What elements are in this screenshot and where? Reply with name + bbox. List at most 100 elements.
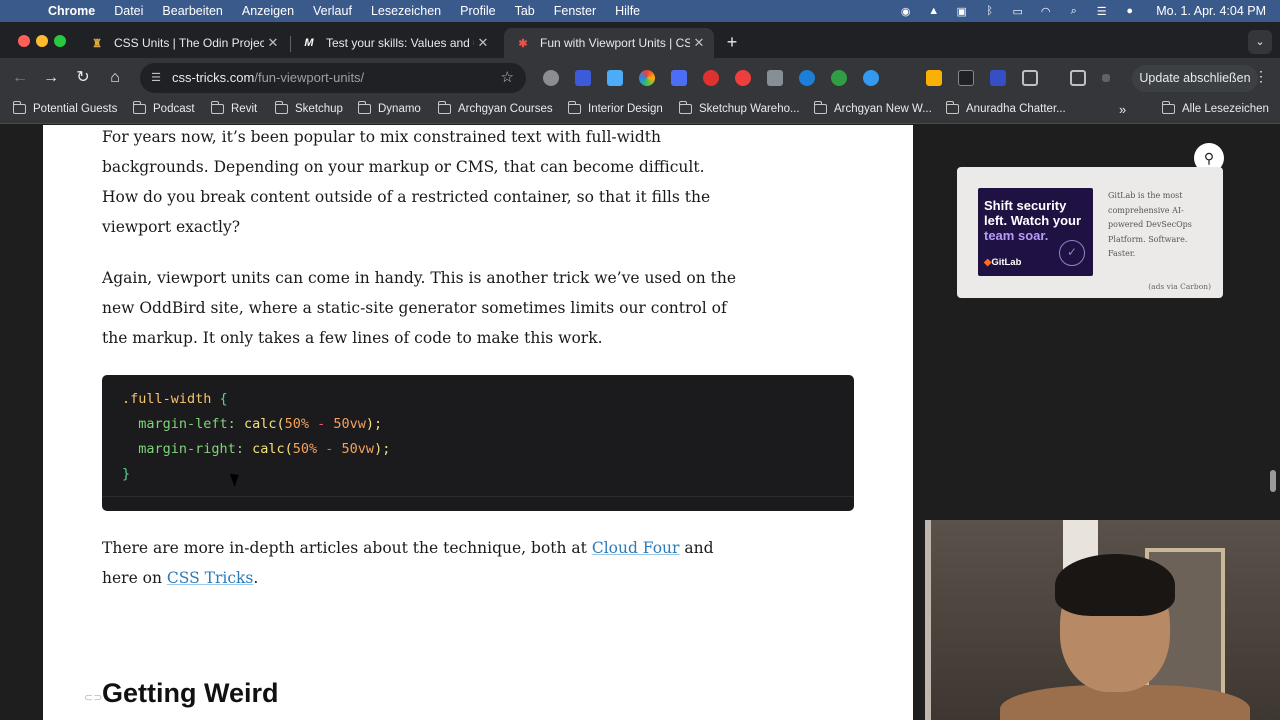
- tab-mdn-skills[interactable]: M Test your skills: Values and ur ✕: [290, 28, 498, 58]
- bookmark-folder[interactable]: Dynamo: [358, 101, 421, 115]
- battery-icon[interactable]: ▭: [1010, 5, 1025, 18]
- wifi-icon[interactable]: ◠: [1038, 5, 1053, 18]
- folder-icon: [438, 101, 451, 114]
- article-paragraph: There are more in-depth articles about t…: [102, 533, 742, 593]
- ads-via-carbon-link[interactable]: (ads via Carbon): [1148, 282, 1211, 291]
- forward-icon[interactable]: →: [39, 66, 63, 90]
- article-column: For years now, it’s been popular to mix …: [43, 125, 913, 720]
- folder-icon: [275, 101, 288, 114]
- extension-grammarly-icon[interactable]: [831, 70, 847, 86]
- tab-search-button[interactable]: ⌄: [1248, 30, 1272, 54]
- bookmark-folder[interactable]: Archgyan New W...: [814, 101, 932, 115]
- chrome-menu-icon[interactable]: ⋮: [1254, 68, 1268, 85]
- extension-diamond-icon[interactable]: [990, 70, 1006, 86]
- menu-anzeigen[interactable]: Anzeigen: [242, 4, 294, 18]
- extension-color-icon[interactable]: [639, 70, 655, 86]
- code-property: margin-left: [138, 416, 228, 432]
- bookmark-folder[interactable]: Anuradha Chatter...: [946, 101, 1066, 115]
- all-bookmarks-folder[interactable]: Alle Lesezeichen: [1162, 101, 1269, 115]
- close-tab-icon[interactable]: ✕: [474, 35, 492, 51]
- code-block[interactable]: .full-width { margin-left: calc(50% - 50…: [102, 375, 854, 511]
- page-scrollbar-thumb[interactable]: [1270, 470, 1276, 492]
- folder-icon: [814, 101, 827, 114]
- extension-screenshot-icon[interactable]: [767, 70, 783, 86]
- extension-camera-icon[interactable]: [543, 70, 559, 86]
- window-zoom-button[interactable]: [54, 35, 66, 47]
- paragraph-text: .: [253, 569, 259, 587]
- side-panel-icon[interactable]: [1070, 70, 1086, 86]
- update-button[interactable]: Update abschließen: [1132, 65, 1258, 92]
- extension-ublock-icon[interactable]: [575, 70, 591, 86]
- bluetooth-icon[interactable]: ᛒ: [982, 5, 997, 17]
- article-paragraph: Again, viewport units can come in handy.…: [102, 269, 737, 347]
- bookmark-folder[interactable]: Sketchup: [275, 101, 343, 115]
- css-tricks-link[interactable]: CSS Tricks: [167, 569, 253, 587]
- new-tab-button[interactable]: +: [720, 30, 744, 54]
- siri-icon[interactable]: ●: [1122, 5, 1137, 17]
- extension-small-icon[interactable]: [1102, 74, 1110, 82]
- code-property: margin-right: [138, 441, 236, 457]
- ad-headline: Shift security left. Watch your team soa…: [984, 198, 1087, 243]
- bookmark-star-icon[interactable]: ☆: [501, 68, 514, 86]
- menubar-clock[interactable]: Mo. 1. Apr. 4:04 PM: [1156, 4, 1266, 18]
- carbon-ad[interactable]: Shift security left. Watch your team soa…: [957, 167, 1223, 298]
- window-minimize-button[interactable]: [36, 35, 48, 47]
- address-url[interactable]: css-tricks.com/fun-viewport-units/: [172, 70, 364, 85]
- bookmark-folder[interactable]: Archgyan Courses: [438, 101, 553, 115]
- app-status-icon[interactable]: ▲: [926, 5, 941, 17]
- code-line: .full-width {: [122, 387, 834, 412]
- window-close-button[interactable]: [18, 35, 30, 47]
- extension-translate-icon[interactable]: [671, 70, 687, 86]
- menu-hilfe[interactable]: Hilfe: [615, 4, 640, 18]
- site-info-icon[interactable]: ☰: [148, 70, 164, 86]
- spotlight-search-icon[interactable]: ⌕: [1066, 5, 1081, 17]
- bookmark-folder[interactable]: Interior Design: [568, 101, 663, 115]
- ad-headline-accent: team soar.: [984, 228, 1049, 243]
- extension-record-icon[interactable]: [735, 70, 751, 86]
- control-center-icon[interactable]: ☰: [1094, 5, 1109, 18]
- section-heading: Getting Weird: [102, 678, 279, 708]
- bookmark-folder[interactable]: Revit: [211, 101, 257, 115]
- bookmark-folder[interactable]: Potential Guests: [13, 101, 117, 115]
- code-scrollbar[interactable]: [102, 496, 854, 497]
- menu-app-name[interactable]: Chrome: [48, 4, 95, 18]
- menubar-status-area: ◉ ▲ ▣ ᛒ ▭ ◠ ⌕ ☰ ● Mo. 1. Apr. 4:04 PM: [898, 0, 1266, 22]
- heading-anchor-link-icon[interactable]: ⊂⊃: [84, 691, 102, 704]
- extension-loom-icon[interactable]: [799, 70, 815, 86]
- extension-pin-icon[interactable]: [607, 70, 623, 86]
- extension-shield-icon[interactable]: [703, 70, 719, 86]
- extension-fonts-icon[interactable]: [958, 70, 974, 86]
- cloud-four-link[interactable]: Cloud Four: [592, 539, 680, 557]
- more-bookmarks-icon[interactable]: »: [1119, 102, 1126, 117]
- menu-fenster[interactable]: Fenster: [554, 4, 596, 18]
- menu-lesezeichen[interactable]: Lesezeichen: [371, 4, 441, 18]
- extension-notes-icon[interactable]: [926, 70, 942, 86]
- bookmark-label: Alle Lesezeichen: [1182, 103, 1269, 115]
- bookmark-label: Archgyan New W...: [834, 103, 932, 115]
- home-icon[interactable]: ⌂: [103, 66, 127, 90]
- close-tab-icon[interactable]: ✕: [690, 35, 708, 51]
- bookmark-label: Sketchup: [295, 103, 343, 115]
- close-tab-icon[interactable]: ✕: [264, 35, 282, 51]
- back-icon[interactable]: ←: [8, 66, 32, 90]
- ad-description[interactable]: GitLab is the most comprehensive AI-powe…: [1108, 189, 1203, 262]
- extensions-puzzle-icon[interactable]: [1022, 70, 1038, 86]
- menu-profile[interactable]: Profile: [460, 4, 495, 18]
- code-line: margin-right: calc(50% - 50vw);: [138, 441, 391, 457]
- bookmark-folder[interactable]: Podcast: [133, 101, 195, 115]
- screen-share-icon[interactable]: ◉: [898, 5, 913, 18]
- bookmark-folder[interactable]: Sketchup Wareho...: [679, 101, 800, 115]
- ad-image[interactable]: Shift security left. Watch your team soa…: [978, 188, 1093, 276]
- extension-globe-icon[interactable]: [863, 70, 879, 86]
- tab-odin-project[interactable]: ♜ CSS Units | The Odin Project ✕: [78, 28, 288, 58]
- reload-icon[interactable]: ↻: [71, 66, 95, 90]
- menu-datei[interactable]: Datei: [114, 4, 143, 18]
- menu-verlauf[interactable]: Verlauf: [313, 4, 352, 18]
- css-tricks-icon: ✱: [518, 37, 528, 50]
- address-bar[interactable]: ☰ css-tricks.com/fun-viewport-units/ ☆: [140, 63, 526, 93]
- code-operator: -: [317, 416, 326, 432]
- menu-tab[interactable]: Tab: [515, 4, 535, 18]
- tab-css-tricks[interactable]: ✱ Fun with Viewport Units | CSS ✕: [504, 28, 714, 58]
- menu-bearbeiten[interactable]: Bearbeiten: [162, 4, 222, 18]
- display-icon[interactable]: ▣: [954, 5, 969, 18]
